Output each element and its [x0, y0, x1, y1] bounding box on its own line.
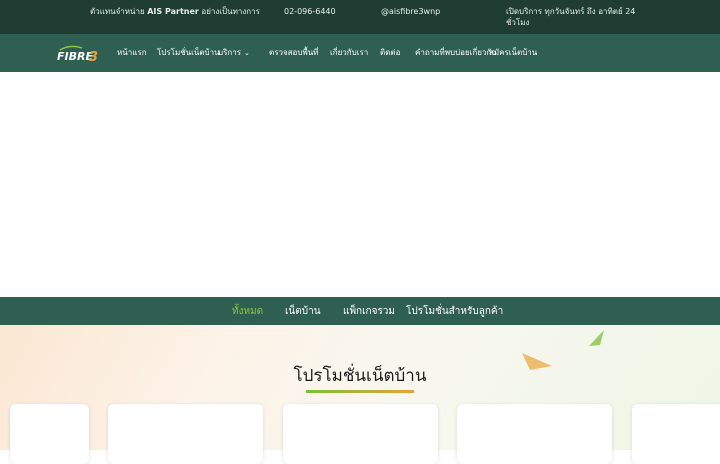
partner-name: AIS Partner: [147, 7, 199, 16]
service-hours: เปิดบริการ ทุกวันจันทร์ ถึง อาทิตย์ 24 ช…: [506, 7, 636, 27]
phone-number[interactable]: 02-096-6440: [284, 6, 336, 17]
section-title: โปรโมชั่นเน็ตบ้าน: [293, 366, 427, 386]
nav-faq[interactable]: คำถามที่พบบ่อยเกี่ยวกับ: [415, 48, 496, 58]
fibre3-logo[interactable]: FIBRE 3: [56, 44, 100, 64]
promo-card[interactable]: [283, 404, 438, 464]
title-underline: [306, 390, 414, 393]
nav-home[interactable]: หน้าแรก: [117, 48, 147, 58]
chevron-down-icon: ⌄: [244, 49, 250, 57]
partner-suffix: อย่างเป็นทางการ: [201, 7, 260, 16]
nav-about[interactable]: เกี่ยวกับเรา: [330, 48, 368, 58]
promo-card[interactable]: [457, 404, 612, 464]
nav-check-area[interactable]: ตรวจสอบพื้นที่: [269, 48, 318, 58]
tab-customer-promo[interactable]: โปรโมชั่นสำหรับลูกค้า: [406, 306, 503, 317]
partner-notice: ตัวแทนจำหน่าย AIS Partner อย่างเป็นทางกา…: [90, 6, 260, 17]
hero-banner: [0, 72, 720, 297]
nav-services-label: บริการ: [218, 48, 242, 57]
partner-prefix: ตัวแทนจำหน่าย: [90, 7, 145, 16]
nav-contact[interactable]: ติดต่อ: [380, 48, 400, 58]
line-id[interactable]: @aisfibre3wnp: [381, 6, 440, 17]
nav-promotions[interactable]: โปรโมชั่นเน็ตบ้าน: [157, 48, 220, 58]
decor-green-triangle: [589, 330, 604, 346]
nav-services[interactable]: บริการ ⌄: [218, 48, 250, 58]
tab-bundle[interactable]: แพ็กเกจรวม: [343, 306, 395, 317]
promo-card[interactable]: [10, 404, 89, 464]
logo-text: FIBRE: [57, 50, 93, 63]
logo-three: 3: [89, 50, 98, 64]
nav-signup[interactable]: สมัครเน็ตบ้าน: [489, 48, 537, 58]
tab-all[interactable]: ทั้งหมด: [232, 306, 263, 317]
promo-card[interactable]: [108, 404, 263, 464]
tab-home-internet[interactable]: เน็ตบ้าน: [285, 306, 321, 317]
promo-card[interactable]: [632, 404, 720, 464]
top-info-bar: ตัวแทนจำหน่าย AIS Partner อย่างเป็นทางกา…: [0, 0, 720, 34]
